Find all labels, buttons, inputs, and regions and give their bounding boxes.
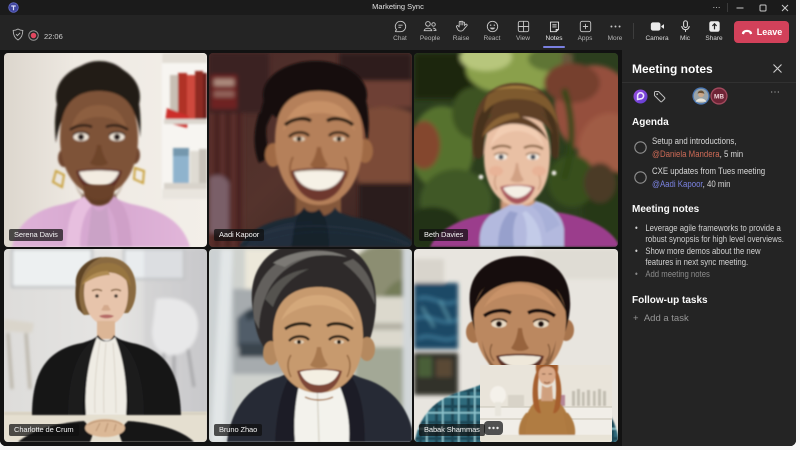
svg-text:MB: MB bbox=[714, 94, 724, 101]
